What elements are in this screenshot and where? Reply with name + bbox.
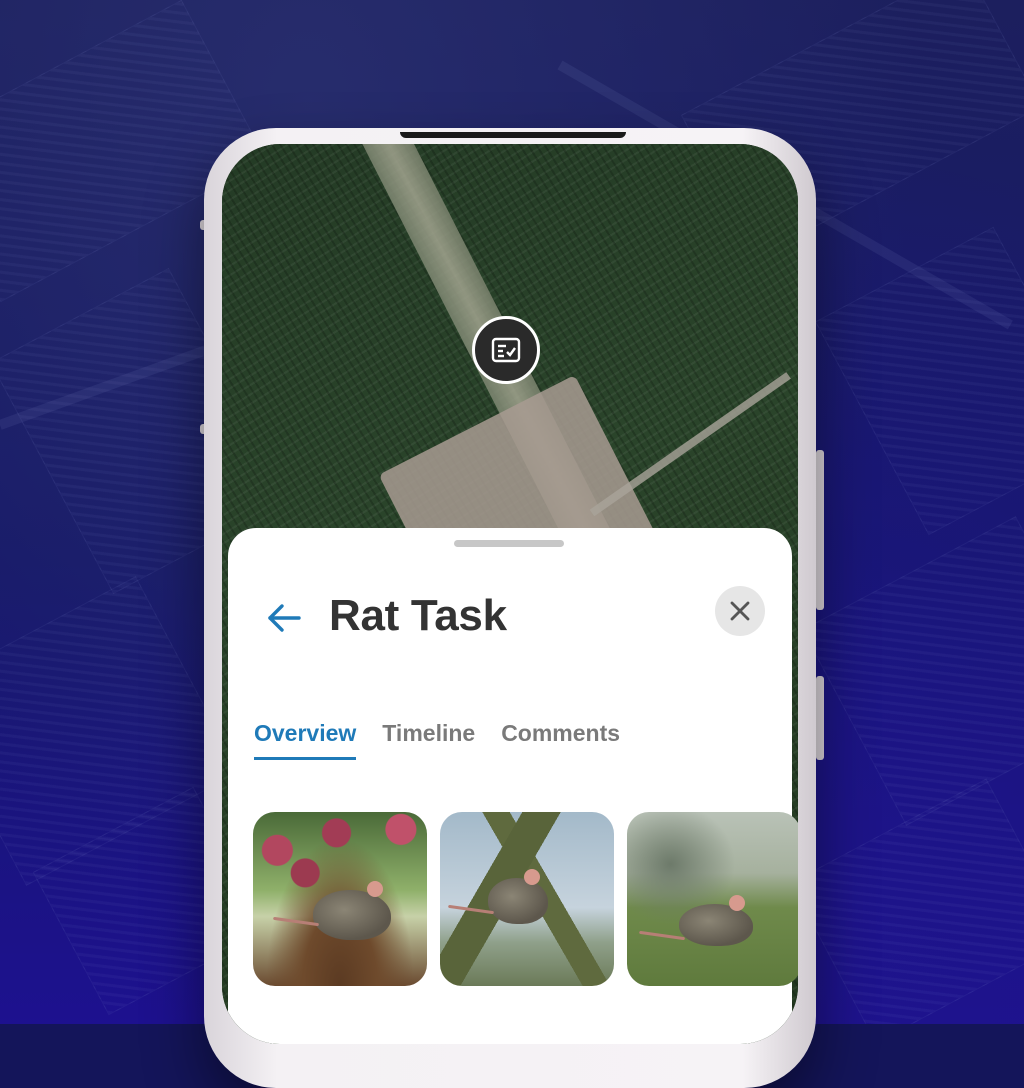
close-icon [730,601,750,621]
map-lane [589,372,791,517]
back-button[interactable] [258,592,310,644]
rat-image [679,895,753,946]
close-button[interactable] [715,586,765,636]
task-bottom-sheet: Rat Task Overview Timeline Comments [228,528,798,1044]
rat-image [313,881,391,940]
rat-image [488,869,548,924]
arrow-left-icon [268,604,301,632]
task-title: Rat Task [329,591,507,640]
tab-timeline[interactable]: Timeline [382,720,475,760]
photo-gallery [253,812,798,986]
phone-screen: Rat Task Overview Timeline Comments [222,144,798,1044]
task-tabs: Overview Timeline Comments [254,720,620,760]
task-map-marker[interactable] [472,316,540,384]
task-checklist-icon [491,337,521,363]
sheet-drag-handle[interactable] [454,540,564,547]
photo-thumbnail[interactable] [253,812,427,986]
phone-power-button [816,450,824,610]
phone-earpiece [400,132,626,138]
tab-comments[interactable]: Comments [501,720,620,760]
tab-overview[interactable]: Overview [254,720,357,760]
photo-thumbnail[interactable] [627,812,798,986]
photo-thumbnail[interactable] [440,812,614,986]
phone-side-button [816,676,824,760]
